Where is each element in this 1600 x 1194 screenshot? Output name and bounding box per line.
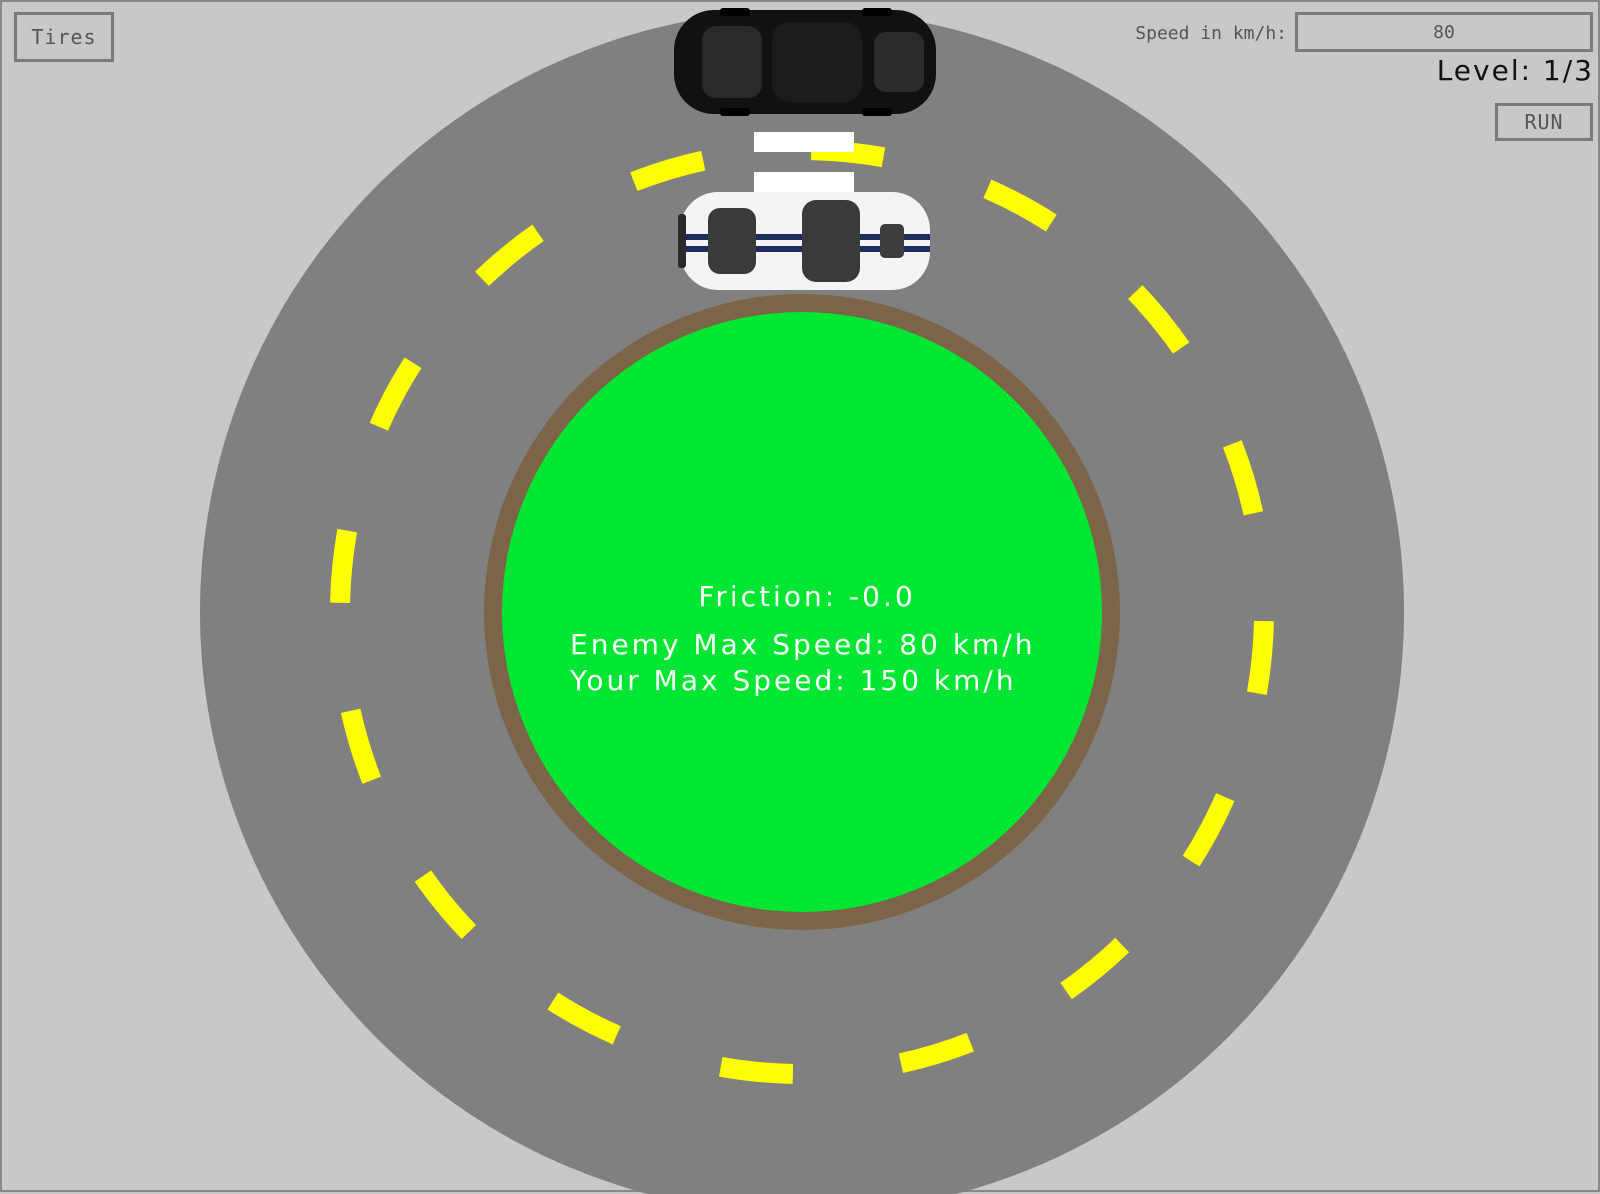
friction-text: Friction: -0.0 <box>698 580 916 613</box>
player-car <box>678 192 930 290</box>
enemy-max-speed-text: Enemy Max Speed: 80 km/h <box>570 628 1036 661</box>
run-button[interactable]: RUN <box>1495 103 1593 141</box>
tires-button[interactable]: Tires <box>14 12 114 62</box>
game-canvas: Tires Speed in km/h: Level: 1/3 RUN Fric… <box>0 0 1600 1194</box>
speed-input[interactable] <box>1295 12 1593 52</box>
enemy-car <box>674 8 936 116</box>
player-max-speed-text: Your Max Speed: 150 km/h <box>570 664 1017 697</box>
speed-label: Speed in km/h: <box>1135 22 1287 44</box>
level-indicator: Level: 1/3 <box>1436 54 1594 87</box>
